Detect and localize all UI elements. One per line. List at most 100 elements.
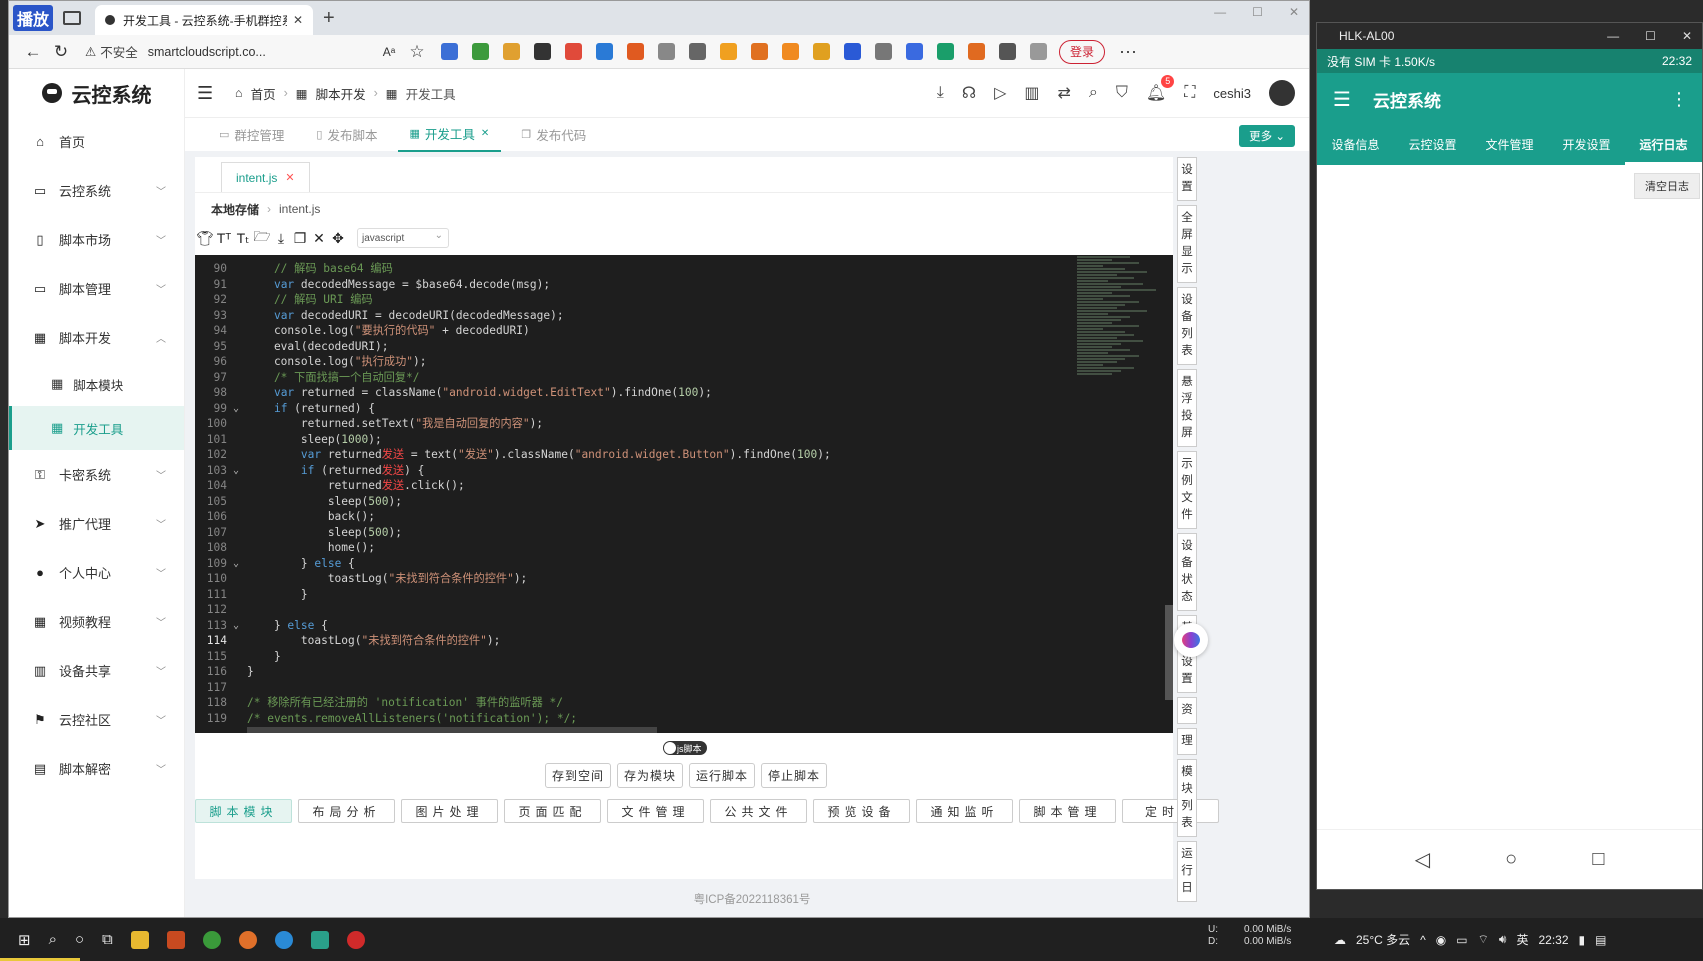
- back-nav-icon[interactable]: ◁: [1415, 847, 1430, 872]
- extension-icon[interactable]: [441, 43, 458, 60]
- file-tab[interactable]: intent.js ✕: [221, 162, 310, 192]
- js-script-toggle[interactable]: js脚本: [663, 741, 707, 755]
- path-root[interactable]: 本地存储: [211, 201, 259, 218]
- rail-button[interactable]: 示例文件: [1177, 451, 1197, 529]
- close-window-icon[interactable]: ✕: [1682, 29, 1692, 43]
- ai-brain-icon[interactable]: [1174, 623, 1208, 657]
- sidebar-item[interactable]: ⚑ 云控社区 ﹀: [9, 695, 184, 744]
- sidebar-item[interactable]: ⌂ 首页: [9, 117, 184, 166]
- new-tab-icon[interactable]: +: [323, 7, 335, 30]
- taskbar-app-icon[interactable]: ▮: [1579, 933, 1586, 947]
- more-menu-icon[interactable]: ···: [1119, 41, 1137, 62]
- weather-text[interactable]: 25°C 多云: [1356, 931, 1410, 948]
- shirt-icon[interactable]: ⛉: [1116, 84, 1128, 102]
- edge-icon[interactable]: [274, 930, 293, 949]
- module-button[interactable]: 定时任: [1122, 799, 1219, 823]
- read-aloud-icon[interactable]: Aᵃ: [375, 45, 403, 59]
- browser-tab-active[interactable]: 开发工具 - 云控系统-手机群控系 ✕: [95, 5, 313, 35]
- rail-button[interactable]: 资: [1177, 697, 1197, 724]
- extension-icon[interactable]: [751, 43, 768, 60]
- module-button[interactable]: 脚本模块: [195, 799, 292, 823]
- extension-icon[interactable]: [503, 43, 520, 60]
- layout-icon[interactable]: ▥: [1024, 83, 1039, 103]
- extension-icon[interactable]: [906, 43, 923, 60]
- ime-indicator[interactable]: 英: [1516, 931, 1528, 948]
- app-icon[interactable]: [310, 930, 329, 949]
- code-minimap[interactable]: [1077, 255, 1165, 455]
- extension-icon[interactable]: [658, 43, 675, 60]
- home-nav-icon[interactable]: ○: [1505, 848, 1517, 871]
- module-button[interactable]: 预览设备: [813, 799, 910, 823]
- extension-icon[interactable]: [565, 43, 582, 60]
- extension-icon[interactable]: [875, 43, 892, 60]
- module-button[interactable]: 脚本管理: [1019, 799, 1116, 823]
- font-decrease-icon[interactable]: Tₜ: [235, 230, 251, 246]
- rail-button[interactable]: 设备状态: [1177, 533, 1197, 611]
- notification-center-icon[interactable]: ▤: [1595, 933, 1606, 947]
- extension-icon[interactable]: [689, 43, 706, 60]
- phone-tab-cloud-settings[interactable]: 云控设置: [1394, 125, 1471, 165]
- module-button[interactable]: 文件管理: [607, 799, 704, 823]
- extension-icon[interactable]: [782, 43, 799, 60]
- close-icon[interactable]: ✕: [311, 230, 327, 246]
- module-button[interactable]: 通知监听: [916, 799, 1013, 823]
- extension-icon[interactable]: [720, 43, 737, 60]
- extension-icon[interactable]: [813, 43, 830, 60]
- minimize-icon[interactable]: —: [1607, 29, 1619, 43]
- sidebar-item[interactable]: ▦ 脚本开发 ︿: [9, 313, 184, 362]
- extension-icon[interactable]: [968, 43, 985, 60]
- fold-chevron-icon[interactable]: ⌄: [233, 463, 239, 479]
- extension-icon[interactable]: [999, 43, 1016, 60]
- sidebar-subitem[interactable]: ▦ 开发工具: [9, 406, 184, 450]
- vertical-scrollbar[interactable]: [1165, 605, 1173, 700]
- login-button[interactable]: 登录: [1059, 39, 1106, 64]
- tab-group-control[interactable]: ▭ 群控管理: [207, 118, 296, 152]
- task-view-icon[interactable]: ⧉: [102, 931, 113, 948]
- recents-nav-icon[interactable]: □: [1592, 848, 1604, 871]
- translate-icon[interactable]: ⇄: [1058, 83, 1071, 103]
- format-icon[interactable]: 👕︎: [196, 230, 214, 246]
- clock[interactable]: 22:32: [1538, 933, 1568, 947]
- copy-icon[interactable]: ❐: [292, 230, 308, 246]
- module-button[interactable]: 图片处理: [401, 799, 498, 823]
- volume-icon[interactable]: 🔊︎: [1499, 932, 1507, 947]
- tray-chevron-icon[interactable]: ^: [1420, 933, 1426, 947]
- code-editor[interactable]: 90 // 解码 base64 编码 91 var decodedMessage …: [195, 255, 1173, 733]
- cortana-icon[interactable]: ○: [75, 931, 84, 948]
- sidebar-subitem[interactable]: ▦ 脚本模块: [9, 362, 184, 406]
- phone-tab-device-info[interactable]: 设备信息: [1317, 125, 1394, 165]
- move-icon[interactable]: ✥: [330, 230, 346, 246]
- clear-log-button[interactable]: 清空日志: [1634, 173, 1700, 199]
- url-field[interactable]: ⚠ 不安全 smartcloudscript.co...: [85, 42, 375, 61]
- language-select[interactable]: javascript: [357, 228, 449, 248]
- sidebar-item[interactable]: ⚿ 卡密系统 ﹀: [9, 450, 184, 499]
- close-file-icon[interactable]: ✕: [285, 171, 294, 184]
- sidebar-item[interactable]: ▭ 脚本管理 ﹀: [9, 264, 184, 313]
- play-icon[interactable]: ▷: [994, 83, 1006, 103]
- maximize-icon[interactable]: ☐: [1645, 29, 1656, 43]
- app-icon[interactable]: [166, 930, 185, 949]
- fold-chevron-icon[interactable]: ⌄: [233, 618, 239, 634]
- extension-icon[interactable]: [472, 43, 489, 60]
- headset-icon[interactable]: ☊: [962, 83, 976, 103]
- favorite-star-icon[interactable]: ☆: [403, 42, 431, 62]
- folder-open-icon[interactable]: 🗁︎: [253, 228, 270, 246]
- extension-icon[interactable]: [844, 43, 861, 60]
- tab-publish-script[interactable]: ▯ 发布脚本: [304, 118, 389, 152]
- windows-start-icon[interactable]: ⊞: [18, 931, 31, 949]
- chrome-icon[interactable]: [202, 930, 221, 949]
- module-button[interactable]: 布局分析: [298, 799, 395, 823]
- run-script-button[interactable]: 运行脚本: [689, 763, 756, 788]
- username[interactable]: ceshi3: [1213, 86, 1251, 101]
- rail-button[interactable]: 设备列表: [1177, 287, 1197, 365]
- tab-publish-code[interactable]: ❐ 发布代码: [509, 118, 598, 152]
- sidebar-item[interactable]: ▯ 脚本市场 ﹀: [9, 215, 184, 264]
- maximize-icon[interactable]: ☐: [1252, 5, 1263, 19]
- breadcrumb-script-dev[interactable]: 脚本开发: [316, 84, 366, 103]
- sidebar-item[interactable]: ● 个人中心 ﹀: [9, 548, 184, 597]
- recorder-icon[interactable]: [346, 930, 365, 949]
- fold-chevron-icon[interactable]: ⌄: [233, 401, 239, 417]
- split-screen-icon[interactable]: [1030, 43, 1047, 60]
- rail-button[interactable]: 全屏显示: [1177, 205, 1197, 283]
- back-icon[interactable]: ←: [19, 42, 47, 62]
